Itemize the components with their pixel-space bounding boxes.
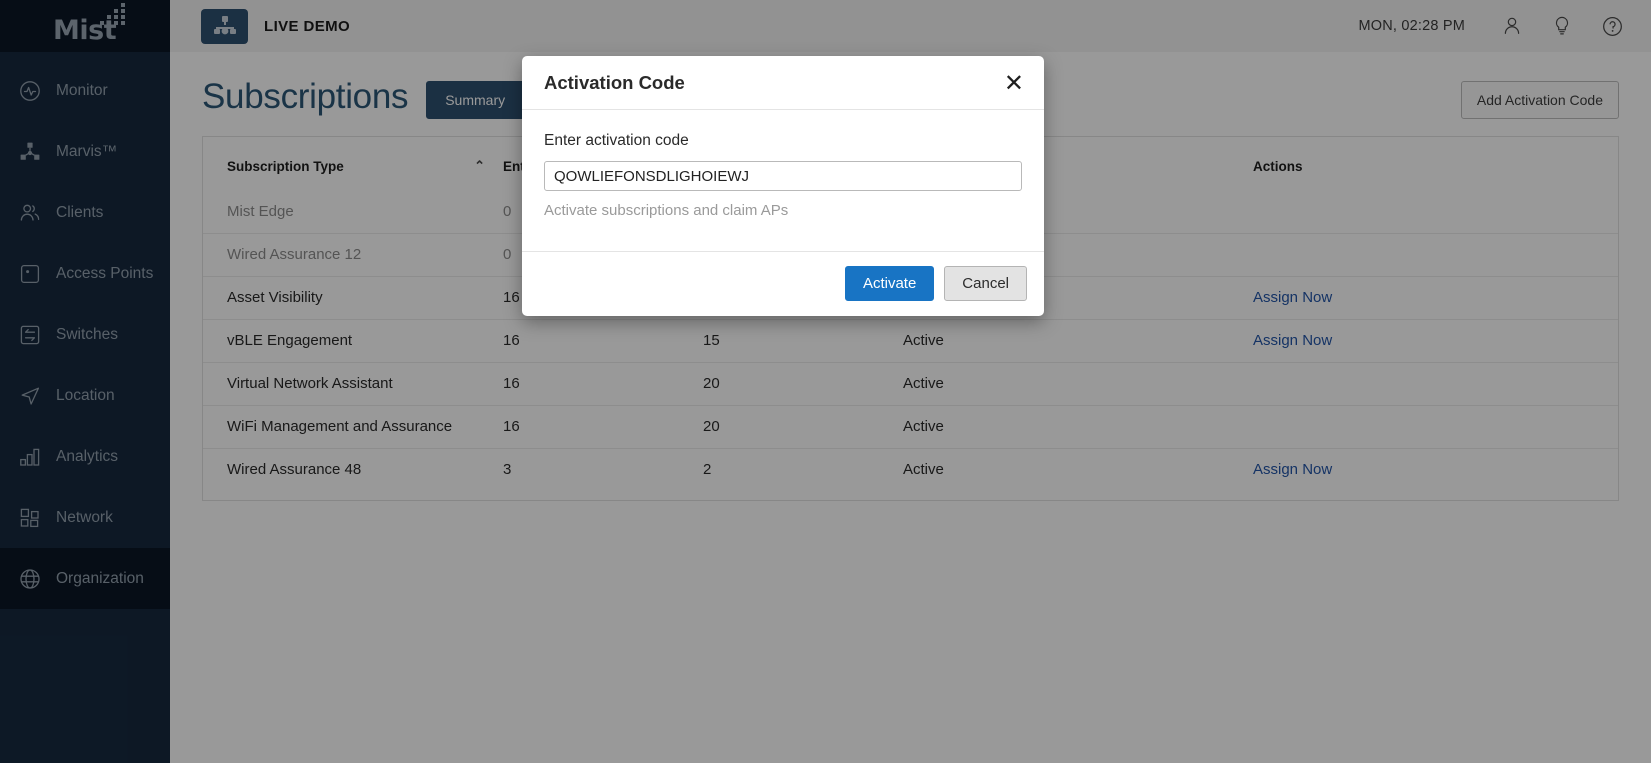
dialog-footer: Activate Cancel — [522, 252, 1044, 316]
activation-code-label: Enter activation code — [544, 132, 1022, 150]
dialog-body: Enter activation code Activate subscript… — [522, 110, 1044, 252]
dialog-title: Activation Code — [544, 72, 685, 94]
close-icon[interactable]: ✕ — [1002, 71, 1026, 95]
cancel-button[interactable]: Cancel — [944, 266, 1027, 301]
activation-code-dialog: Activation Code ✕ Enter activation code … — [522, 56, 1044, 316]
activation-code-input[interactable] — [544, 161, 1022, 191]
dialog-header: Activation Code ✕ — [522, 56, 1044, 110]
activation-code-hint: Activate subscriptions and claim APs — [544, 202, 1022, 219]
activate-button[interactable]: Activate — [845, 266, 934, 301]
